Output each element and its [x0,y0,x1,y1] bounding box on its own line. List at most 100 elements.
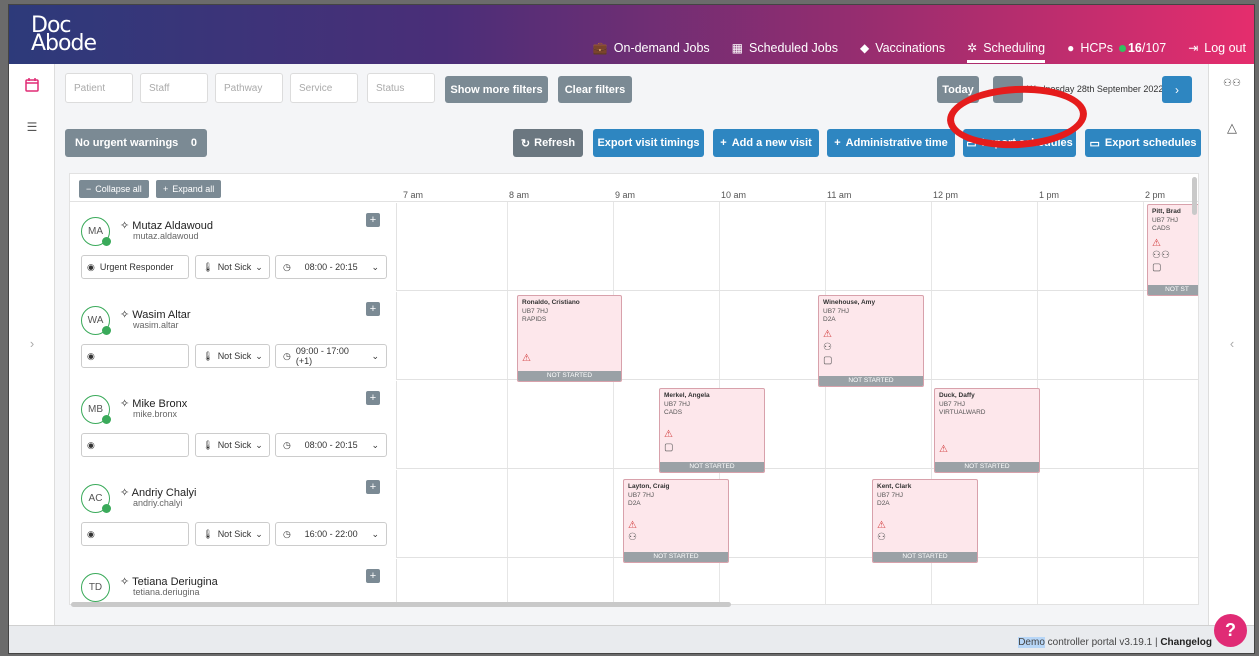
right-sidebar: ⚇⚇ △ ‹ [1208,64,1254,625]
avatar: WA [81,306,111,335]
refresh-button[interactable]: ↻ Refresh [513,129,583,157]
urgent-warnings-badge[interactable]: No urgent warnings 0 [65,129,207,157]
shift-time-select[interactable]: ◷ 08:00 - 20:15 ⌄ [275,433,387,457]
pin-icon[interactable]: ✧ [120,309,132,321]
pin-icon[interactable]: ✧ [120,576,132,588]
warnings-count: 0 [190,137,197,149]
top-header: Doc Abode 💼 On-demand Jobs ▦ Scheduled Job… [9,5,1254,64]
sick-label: Not Sick [217,351,252,361]
add-visit-to-staff-button[interactable]: + [366,480,380,494]
help-button[interactable]: ? [1214,614,1247,647]
visit-card[interactable]: Layton, Craig UB7 7HJ D2A ⚠ ⚇ NOT STARTE… [623,479,729,563]
visit-patient-name: Ronaldo, Cristiano [522,299,580,306]
clear-filters-button[interactable]: Clear filters [558,76,632,103]
role-select[interactable]: ◉ Urgent Responder [81,255,189,279]
warning-icon: ⚠ [628,520,637,531]
chevron-down-icon: ⌄ [371,528,379,539]
visit-postcode: UB7 7HJ [1152,217,1179,224]
thermometer-icon: 🌡 [202,439,214,450]
expand-left-chevron-icon[interactable]: › [9,336,55,351]
calendar-icon[interactable] [9,78,55,96]
avatar-initials: MA [88,226,103,237]
role-select[interactable]: ◉ [81,344,189,368]
pin-icon[interactable]: ✧ [120,398,132,410]
nav-log-out[interactable]: ⇥ Log out [1188,41,1246,55]
collapse-all-button[interactable]: − Collapse all [79,180,149,198]
expand-all-button[interactable]: + Expand all [156,180,222,198]
shift-time-select[interactable]: ◷ 08:00 - 20:15 ⌄ [275,255,387,279]
expand-right-chevron-icon[interactable]: ‹ [1209,336,1254,351]
next-day-button[interactable]: › [1162,76,1192,103]
sick-status-select[interactable]: 🌡 Not Sick ⌄ [195,344,270,368]
chevron-down-icon: ⌄ [255,350,263,361]
add-visit-to-staff-button[interactable]: + [366,569,380,583]
visit-card[interactable]: Winehouse, Amy UB7 7HJ D2A ⚠ ⚇ ▢ NOT STA… [818,295,924,387]
add-visit-to-staff-button[interactable]: + [366,391,380,405]
schedule-grid: − Collapse all + Expand all 7 am 8 am 9 am… [69,173,1199,605]
nav-label: Vaccinations [875,41,946,55]
role-label: Urgent Responder [99,262,174,272]
visit-card[interactable]: Kent, Clark UB7 7HJ D2A ⚠ ⚇ NOT STARTED [872,479,978,563]
previous-day-button[interactable]: ‹ [993,76,1023,103]
sick-label: Not Sick [217,440,252,450]
grid-header: − Collapse all + Expand all 7 am 8 am 9 am… [70,174,1198,202]
warning-triangle-icon[interactable]: △ [1209,120,1254,136]
visit-card[interactable]: Ronaldo, Cristiano UB7 7HJ RAPIDS ⚠ NOT … [517,295,622,382]
sick-status-select[interactable]: 🌡 Not Sick ⌄ [195,433,270,457]
service-filter[interactable]: Service [290,73,358,103]
avatar-initials: AC [88,493,103,504]
export-visit-timings-button[interactable]: Export visit timings [593,129,704,157]
pin-icon[interactable]: ✧ [120,220,132,232]
visit-card[interactable]: Duck, Daffy UB7 7HJ VIRTUALWARD ⚠ NOT ST… [934,388,1040,473]
warning-icon: ⚠ [877,520,886,531]
status-filter[interactable]: Status [367,73,435,103]
shift-time-select[interactable]: ◷ 16:00 - 22:00 ⌄ [275,522,387,546]
nav-scheduled-jobs[interactable]: ▦ Scheduled Jobs [732,41,838,55]
changelog-link[interactable]: Changelog [1160,637,1212,648]
pathway-filter[interactable]: Pathway [215,73,283,103]
add-visit-to-staff-button[interactable]: + [366,213,380,227]
nav-scheduling[interactable]: ✲ Scheduling [967,41,1045,63]
comment-icon: ▢ [823,355,833,366]
nav-vaccinations[interactable]: ◆ Vaccinations [860,41,945,55]
horizontal-scrollbar[interactable] [71,602,731,607]
thermometer-icon: 🌡 [202,261,214,272]
export-schedules-button[interactable]: ▭ Export schedules [1085,129,1201,157]
people-icon[interactable]: ⚇⚇ [1209,78,1254,89]
logo-line2: Abode [31,31,97,56]
import-schedules-button[interactable]: ▭ Import schedules [963,129,1076,157]
add-visit-button[interactable]: + Add a new visit [713,129,819,157]
show-more-filters-button[interactable]: Show more filters [445,76,548,103]
shield-icon: ◆ [859,41,870,55]
sick-status-select[interactable]: 🌡 Not Sick ⌄ [195,522,270,546]
visit-status: NOT STARTED [624,552,728,562]
role-select[interactable]: ◉ [81,433,189,457]
list-icon[interactable]: ☰ [9,120,55,134]
visit-card[interactable]: Pitt, Brad UB7 7HJ CADS ⚠ ⚇⚇ ▢ NOT ST [1147,204,1198,296]
refresh-icon: ↻ [520,137,531,150]
nav-on-demand-jobs[interactable]: 💼 On-demand Jobs [593,41,710,55]
administrative-time-button[interactable]: + Administrative time [827,129,955,157]
add-visit-to-staff-button[interactable]: + [366,302,380,316]
person-icon: ⚇ [628,532,637,543]
staff-username: tetiana.deriugina [133,587,200,597]
visit-card[interactable]: Merkel, Angela UB7 7HJ CADS ⚠ ▢ NOT STAR… [659,388,765,473]
staff-filter[interactable]: Staff [140,73,208,103]
nav-hcps[interactable]: ● HCPs 16/107 [1067,41,1166,55]
export-label: Export schedules [1104,137,1197,149]
vertical-scrollbar[interactable] [1192,177,1197,215]
today-button[interactable]: Today [937,76,979,103]
sick-status-select[interactable]: 🌡 Not Sick ⌄ [195,255,270,279]
time-label: 1 pm [1039,190,1060,200]
role-select[interactable]: ◉ [81,522,189,546]
staff-info: WA ✧ Wasim Altar wasim.altar + ◉ 🌡 Not Si… [70,292,397,380]
visit-status: NOT STARTED [518,371,621,381]
doc-abode-logo[interactable]: Doc Abode [31,15,97,56]
pin-icon[interactable]: ✧ [120,487,132,499]
patient-filter[interactable]: Patient [65,73,133,103]
nav-label: On-demand Jobs [613,41,710,55]
shift-time-select[interactable]: ◷ 09:00 - 17:00 (+1) ⌄ [275,344,387,368]
staff-info: TD ✧ Tetiana Deriugina tetiana.deriugina… [70,559,397,604]
visit-patient-name: Pitt, Brad [1152,208,1181,215]
thermometer-icon: 🌡 [202,350,214,361]
